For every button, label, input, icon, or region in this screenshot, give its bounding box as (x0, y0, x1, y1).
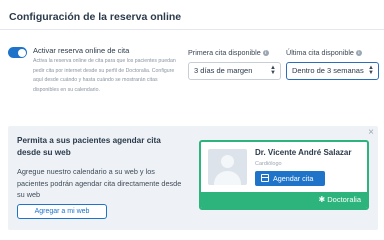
avatar-body (214, 171, 241, 185)
promo-description: Agregue nuestro calendario a su web y lo… (17, 167, 182, 199)
first-available-label: Primera cita disponible i (188, 48, 269, 57)
online-booking-toggle[interactable] (8, 47, 27, 58)
doctor-specialty: Cardiólogo (255, 161, 282, 167)
add-to-website-button[interactable]: Agregar a mi web (17, 204, 107, 219)
brand-logo: ✱ Doctoralia (319, 195, 361, 205)
widget-preview-card: Dr. Vicente André Salazar Cardiólogo Age… (199, 140, 369, 210)
first-available-value: 3 días de margen (194, 66, 253, 75)
online-booking-label: Activar reserva online de cita (33, 46, 130, 55)
first-available-label-text: Primera cita disponible (188, 48, 261, 57)
brand-name: Doctoralia (327, 195, 361, 204)
book-appointment-label: Agendar cita (273, 174, 314, 183)
star-icon: ✱ (318, 195, 326, 204)
widget-footer: ✱ Doctoralia (201, 192, 367, 208)
website-widget-promo: Permita a sus pacientes agendar cita des… (8, 126, 378, 230)
promo-title: Permita a sus pacientes agendar cita des… (17, 136, 161, 157)
last-available-label: Última cita disponible i (286, 48, 362, 57)
book-appointment-button[interactable]: Agendar cita (255, 171, 325, 186)
header-divider (0, 29, 384, 30)
info-icon[interactable]: i (355, 50, 362, 57)
toggle-knob (17, 48, 26, 57)
close-icon[interactable]: × (368, 128, 374, 138)
last-available-value: Dentro de 3 semanas (292, 66, 364, 75)
online-booking-description: Activa la reserva online de cita para qu… (33, 58, 176, 93)
doctor-name: Dr. Vicente André Salazar (255, 148, 352, 157)
last-available-select[interactable]: Dentro de 3 semanas ▲ ▼ (286, 62, 379, 80)
select-chevron-icon: ▲ ▼ (368, 65, 374, 76)
avatar (208, 149, 247, 185)
select-chevron-icon: ▲ ▼ (270, 65, 276, 76)
page-title: Configuración de la reserva online (9, 11, 182, 23)
info-icon[interactable]: i (262, 50, 269, 57)
calendar-icon (261, 174, 269, 182)
avatar-head (221, 155, 234, 168)
last-available-label-text: Última cita disponible (286, 48, 354, 57)
first-available-select[interactable]: 3 días de margen ▲ ▼ (188, 62, 281, 80)
